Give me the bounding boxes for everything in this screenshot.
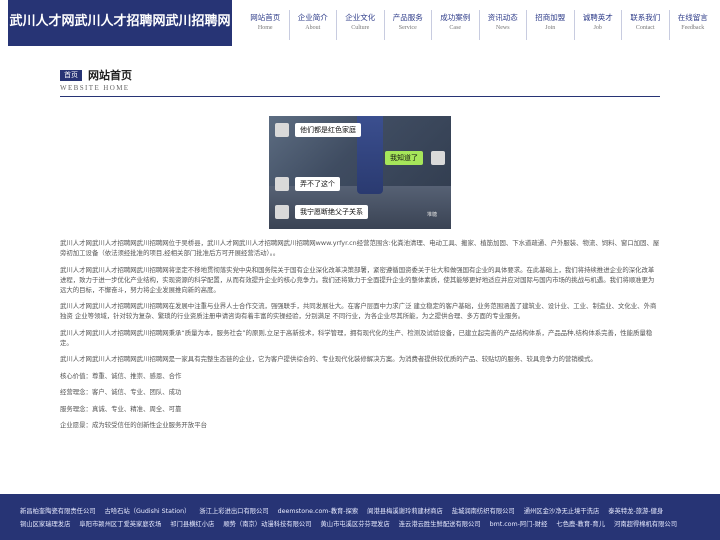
nav-item-news[interactable]: 资讯动态 News (478, 10, 527, 40)
footer-link[interactable]: 阆港县梅溪谢玲莉建材商店 (367, 505, 443, 518)
chat-avatar (275, 123, 289, 137)
page-heading: 首页 网站首页 WEBSITE HOME (60, 68, 660, 97)
company-vision: 企业愿景：成为较受信任的创新性企业服务开放平台 (60, 421, 207, 429)
content-paragraph: 武川人才网武川人才招聘网武川招聘网在发展中注重与业界人士合作交流，强强联手，共同… (60, 302, 657, 320)
nav-label: 成功案例 (440, 13, 471, 22)
header: 武川人才网武川人才招聘网武川招聘网 网站首页 Home 企业简介 About 企业文… (0, 0, 720, 50)
chat-bubble: 我宁愿断绝父子关系 (295, 205, 368, 219)
nav-item-service[interactable]: 产品服务 Service (383, 10, 432, 40)
nav-sublabel: News (495, 25, 510, 31)
nav-item-contact[interactable]: 联系我们 Contact (621, 10, 669, 40)
service-philosophy: 服务理念：真诚、专业、精准、周全、可靠 (60, 404, 182, 413)
chat-bubble: 他们都是红色家庭 (295, 123, 361, 137)
nav-item-culture[interactable]: 企业文化 Culture (336, 10, 384, 40)
page-subtitle: WEBSITE HOME (60, 84, 130, 92)
chat-bubble: 弄不了这个 (295, 177, 340, 191)
content-paragraph: 武川人才网武川人才招聘网武川招聘网是一家具有完整生态链的企业，它为客户提供综合的… (60, 355, 597, 363)
footer-link[interactable]: 浙江上彩进出口有限公司 (199, 505, 268, 518)
nav-label: 产品服务 (392, 13, 423, 22)
footer-links: 新昌柏奎陶瓷有限责任公司 古哈石站（Gudishi Station） 浙江上彩进… (20, 505, 710, 531)
footer: 新昌柏奎陶瓷有限责任公司 古哈石站（Gudishi Station） 浙江上彩进… (0, 494, 720, 540)
nav-item-home[interactable]: 网站首页 Home (242, 10, 289, 40)
nav-item-feedback[interactable]: 在线留言 Feedback (668, 10, 717, 40)
nav-label: 在线留言 (677, 13, 708, 22)
footer-link[interactable]: 新昌柏奎陶瓷有限责任公司 (20, 505, 96, 518)
nav-sublabel: Case (449, 25, 462, 31)
footer-link[interactable]: 阜阳市颍州区丁爱英家庭农场 (79, 518, 161, 531)
footer-link[interactable]: 泰英特龙-旅游-健身 (608, 505, 663, 518)
nav-item-job[interactable]: 诚聘英才 Job (573, 10, 622, 40)
footer-link[interactable]: 铜山区家瑞理发店 (20, 518, 70, 531)
nav-sublabel: Contact (635, 25, 655, 31)
footer-link[interactable]: deemstone.com-教育-探索 (278, 505, 359, 518)
nav-label: 网站首页 (250, 13, 281, 22)
main-nav: 网站首页 Home 企业简介 About 企业文化 Culture 产品服务 Servi… (242, 10, 716, 40)
nav-label: 资讯动态 (487, 13, 518, 22)
page-title: 网站首页 (88, 69, 132, 82)
chat-avatar (431, 151, 445, 165)
footer-link[interactable]: 七色鹿-教育-育儿 (556, 518, 605, 531)
nav-sublabel: Culture (351, 25, 370, 31)
nav-sublabel: About (305, 25, 321, 31)
site-logo[interactable]: 武川人才网武川人才招聘网武川招聘网 (8, 0, 232, 46)
footer-link[interactable]: 祁门县横红小店 (170, 518, 214, 531)
nav-sublabel: Job (593, 25, 602, 31)
nav-label: 诚聘英才 (582, 13, 613, 22)
chat-bubble: 我知道了 (385, 151, 423, 165)
content-paragraph: 武川人才网武川人才招聘网武川招聘网将坚定不移地贯彻落实党中央和国务院关于国有企业… (60, 265, 655, 294)
image-watermark: 堆糖 (427, 212, 438, 218)
content-paragraph: 武川人才网武川人才招聘网武川招聘网位于吴桥县，武川人才网武川人才招聘网武川招聘网… (60, 239, 660, 257)
content-paragraph: 武川人才网武川人才招聘网武川招聘网秉承“质量为本，服务社会”的原则,立足于高新技… (60, 328, 653, 347)
breadcrumb-badge[interactable]: 首页 (60, 70, 82, 81)
main-content: 武川人才网武川人才招聘网武川招聘网位于吴桥县，武川人才网武川人才招聘网武川招聘网… (60, 238, 660, 430)
feature-image: 他们都是红色家庭 我知道了 弄不了这个 我宁愿断绝父子关系 堆糖 (269, 116, 451, 229)
nav-sublabel: Join (545, 25, 556, 31)
footer-link[interactable]: 通州区金沙净无止境干洗店 (524, 505, 600, 518)
nav-label: 联系我们 (630, 13, 661, 22)
footer-link[interactable]: 古哈石站（Gudishi Station） (105, 505, 191, 518)
footer-link[interactable]: 盐城润南纺织有限公司 (452, 505, 515, 518)
chat-avatar (275, 205, 289, 219)
core-value: 核心价值：尊重、诚信、推崇、感恩、合作 (60, 371, 182, 380)
nav-label: 招商加盟 (535, 13, 566, 22)
chat-avatar (275, 177, 289, 191)
nav-item-about[interactable]: 企业简介 About (288, 10, 337, 40)
footer-link[interactable]: 河南超得棉机有限公司 (614, 518, 677, 531)
business-philosophy: 经营理念：客户、诚信、专业、团队、成功 (60, 388, 182, 396)
footer-link[interactable]: 黄山市屯溪区芬芬理发店 (320, 518, 389, 531)
nav-sublabel: Home (257, 25, 273, 31)
footer-link[interactable]: 连云港云胜生鲜配送有限公司 (399, 518, 481, 531)
nav-label: 企业文化 (345, 13, 376, 22)
nav-sublabel: Feedback (681, 25, 705, 31)
nav-sublabel: Service (398, 25, 417, 31)
nav-item-case[interactable]: 成功案例 Case (431, 10, 479, 40)
nav-item-join[interactable]: 招商加盟 Join (526, 10, 574, 40)
footer-link[interactable]: 顺势（南京）动漫科技有限公司 (223, 518, 311, 531)
nav-label: 企业简介 (297, 13, 328, 22)
footer-link[interactable]: bmt.com-阿门-财经 (490, 518, 548, 531)
